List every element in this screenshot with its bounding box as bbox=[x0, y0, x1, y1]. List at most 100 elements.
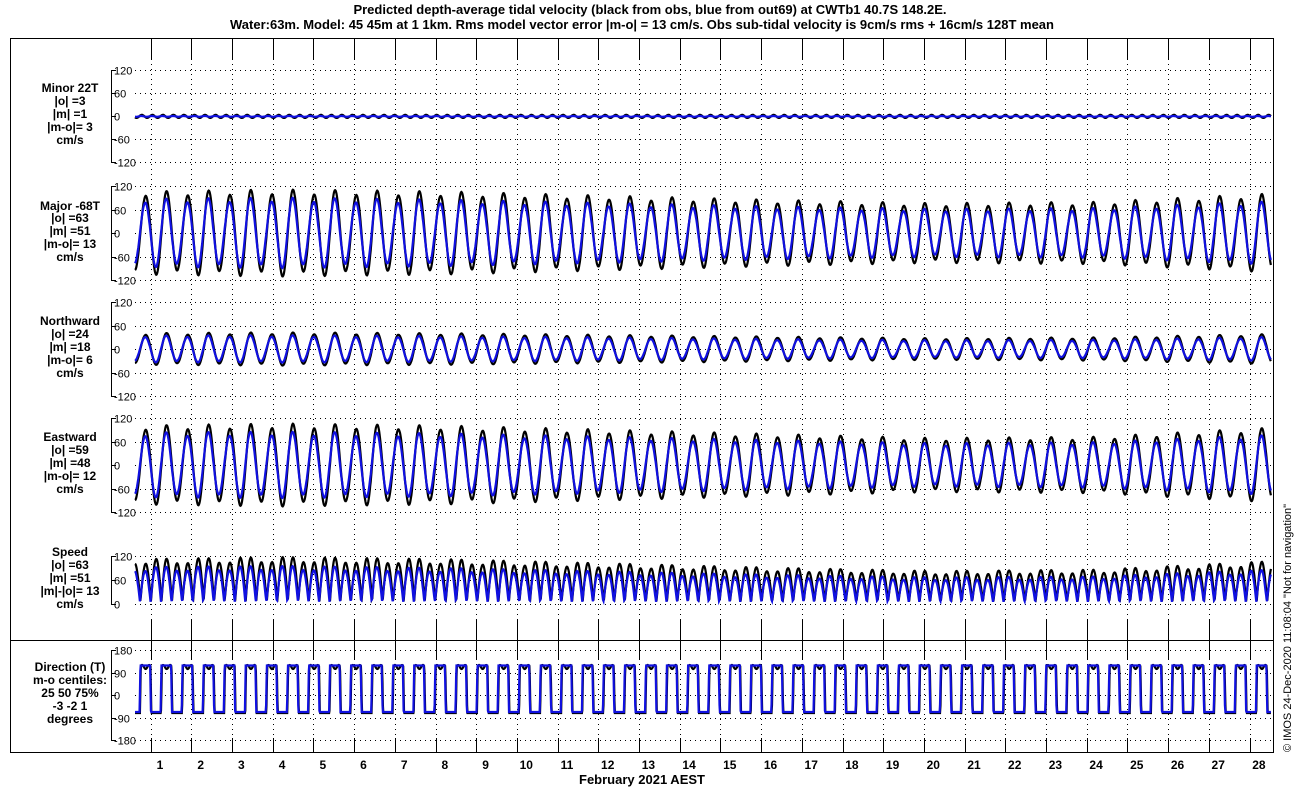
panel-label-direction: degrees bbox=[47, 712, 93, 726]
x-tick-label: 24 bbox=[1089, 758, 1103, 772]
panel-label-eastward: cm/s bbox=[56, 482, 84, 496]
panel-label-minor: cm/s bbox=[56, 133, 84, 147]
y-tick-label: 120 bbox=[114, 298, 132, 310]
x-tick-label: 6 bbox=[360, 758, 367, 772]
panel-label-minor: |o| =3 bbox=[54, 94, 85, 108]
direction-model-line bbox=[135, 664, 1271, 714]
panel-label-direction: Direction (T) bbox=[35, 660, 106, 674]
y-tick-label: -60 bbox=[114, 253, 130, 265]
x-tick-label: 22 bbox=[1008, 758, 1022, 772]
panel-label-major: |m| =51 bbox=[49, 224, 90, 238]
x-tick-label: 15 bbox=[723, 758, 737, 772]
panel-speed: Speed|o| =63|m| =51|m|-|o|= 13cm/s 120 60 0 bbox=[40, 545, 1272, 612]
x-tick-label: 18 bbox=[845, 758, 859, 772]
panel-label-northward: |m| =18 bbox=[49, 340, 90, 354]
y-tick-label: 120 bbox=[114, 66, 132, 78]
x-tick-label: 16 bbox=[764, 758, 778, 772]
x-tick-label: 10 bbox=[520, 758, 534, 772]
panels: Minor 22T|o| =3|m| =1|m-o|= 3cm/s120600-… bbox=[33, 66, 1272, 748]
y-tick-label: 60 bbox=[114, 89, 126, 101]
panel-label-direction: -3 -2 1 bbox=[53, 699, 88, 713]
x-tick-label: 8 bbox=[442, 758, 449, 772]
panel-minor: Minor 22T|o| =3|m| =1|m-o|= 3cm/s 120 60 0 -… bbox=[42, 66, 1272, 170]
x-tick-label: 1 bbox=[157, 758, 164, 772]
panel-label-northward: |o| =24 bbox=[51, 327, 89, 341]
panel-label-speed: Speed bbox=[52, 545, 88, 559]
tidal-velocity-figure: Predicted depth-average tidal velocity (… bbox=[10, 2, 1294, 787]
y-tick-label: 0 bbox=[114, 345, 120, 357]
panel-label-speed: |m| =51 bbox=[49, 571, 90, 585]
panel-label-direction: 25 50 75% bbox=[41, 686, 99, 700]
x-tick-label: 21 bbox=[967, 758, 981, 772]
panel-label-speed: cm/s bbox=[56, 597, 84, 611]
y-tick-label: 60 bbox=[114, 322, 126, 334]
y-tick-label: -120 bbox=[114, 392, 136, 404]
panel-label-minor: Minor 22T bbox=[42, 81, 99, 95]
y-tick-label: -60 bbox=[114, 369, 130, 381]
y-tick-label: 0 bbox=[114, 691, 120, 703]
chart-subtitle: Water:63m. Model: 45 45m at 1 1km. Rms m… bbox=[230, 17, 1054, 32]
x-tick-label: 23 bbox=[1049, 758, 1063, 772]
panel-label-major: |m-o|= 13 bbox=[44, 237, 97, 251]
chart-title: Predicted depth-average tidal velocity (… bbox=[353, 2, 946, 17]
panel-label-major: |o| =63 bbox=[51, 211, 89, 225]
x-tick-label: 13 bbox=[642, 758, 656, 772]
panel-label-minor: |m-o|= 3 bbox=[47, 120, 93, 134]
y-tick-label: -120 bbox=[114, 508, 136, 520]
y-tick-label: 90 bbox=[114, 669, 126, 681]
y-tick-label: 120 bbox=[114, 414, 132, 426]
y-tick-label: -120 bbox=[114, 276, 136, 288]
x-tick-label: 7 bbox=[401, 758, 408, 772]
x-tick-label: 11 bbox=[561, 758, 574, 772]
panel-label-speed: |o| =63 bbox=[51, 558, 89, 572]
y-tick-label: -60 bbox=[114, 485, 130, 497]
x-tick-label: 4 bbox=[279, 758, 286, 772]
panel-label-minor: |m| =1 bbox=[53, 107, 88, 121]
y-tick-label: 0 bbox=[114, 229, 120, 241]
figure-frame bbox=[10, 38, 1274, 753]
x-tick-label: 27 bbox=[1212, 758, 1226, 772]
panel-direction: Direction (T)m-o centiles:25 50 75%-3 -2… bbox=[33, 646, 1271, 748]
x-tick-label: 20 bbox=[927, 758, 941, 772]
x-axis-label: February 2021 AEST bbox=[579, 772, 705, 787]
y-tick-label: 0 bbox=[114, 600, 120, 612]
x-tick-label: 28 bbox=[1252, 758, 1266, 772]
y-tick-label: 0 bbox=[114, 461, 120, 473]
x-tick-label: 14 bbox=[682, 758, 696, 772]
panel-label-northward: |m-o|= 6 bbox=[47, 353, 93, 367]
panel-label-major: cm/s bbox=[56, 250, 84, 264]
x-tick-label: 12 bbox=[601, 758, 615, 772]
panel-label-speed: |m|-|o|= 13 bbox=[40, 584, 99, 598]
credit-text: © IMOS 24-Dec-2020 11:08:04 "Not for nav… bbox=[1282, 504, 1294, 752]
y-tick-label: -90 bbox=[114, 714, 130, 726]
y-tick-label: -180 bbox=[114, 736, 136, 748]
panel-eastward: Eastward|o| =59|m| =48|m-o|= 12cm/s 120 60… bbox=[43, 414, 1272, 520]
panel-label-eastward: Eastward bbox=[43, 430, 96, 444]
panel-label-eastward: |m| =48 bbox=[49, 456, 90, 470]
x-tick-label: 3 bbox=[238, 758, 245, 772]
gridlines bbox=[151, 39, 1251, 752]
y-tick-label: 120 bbox=[114, 552, 132, 564]
x-tick-label: 26 bbox=[1171, 758, 1185, 772]
panel-label-northward: cm/s bbox=[56, 366, 84, 380]
x-axis-ticks: 1 2 3 4 5 6 7 8 9 10 11 12 13 14 15 16 17 18 19 20 21 22 23 24 2… bbox=[157, 758, 1266, 772]
panel-label-direction: m-o centiles: bbox=[33, 673, 107, 687]
y-tick-label: 60 bbox=[114, 206, 126, 218]
x-tick-label: 25 bbox=[1130, 758, 1144, 772]
panel-major: Major -68T|o| =63|m| =51|m-o|= 13cm/s120… bbox=[40, 182, 1272, 288]
y-tick-label: 120 bbox=[114, 182, 132, 194]
direction-obs-line bbox=[135, 663, 1271, 715]
y-tick-label: 0 bbox=[114, 112, 120, 124]
eastward-model-line bbox=[134, 430, 1272, 500]
panel-northward: Northward|o| =24|m| =18|m-o|= 6cm/s 120 60… bbox=[40, 298, 1272, 404]
panel-label-eastward: |m-o|= 12 bbox=[44, 469, 97, 483]
panel-label-northward: Northward bbox=[40, 314, 100, 328]
x-tick-label: 5 bbox=[319, 758, 326, 772]
y-tick-label: -60 bbox=[114, 135, 130, 147]
x-tick-label: 17 bbox=[805, 758, 819, 772]
y-tick-label: -120 bbox=[114, 158, 136, 170]
x-tick-label: 2 bbox=[197, 758, 204, 772]
y-tick-label: 180 bbox=[114, 646, 132, 658]
x-tick-label: 9 bbox=[482, 758, 489, 772]
y-tick-label: 60 bbox=[114, 438, 126, 450]
